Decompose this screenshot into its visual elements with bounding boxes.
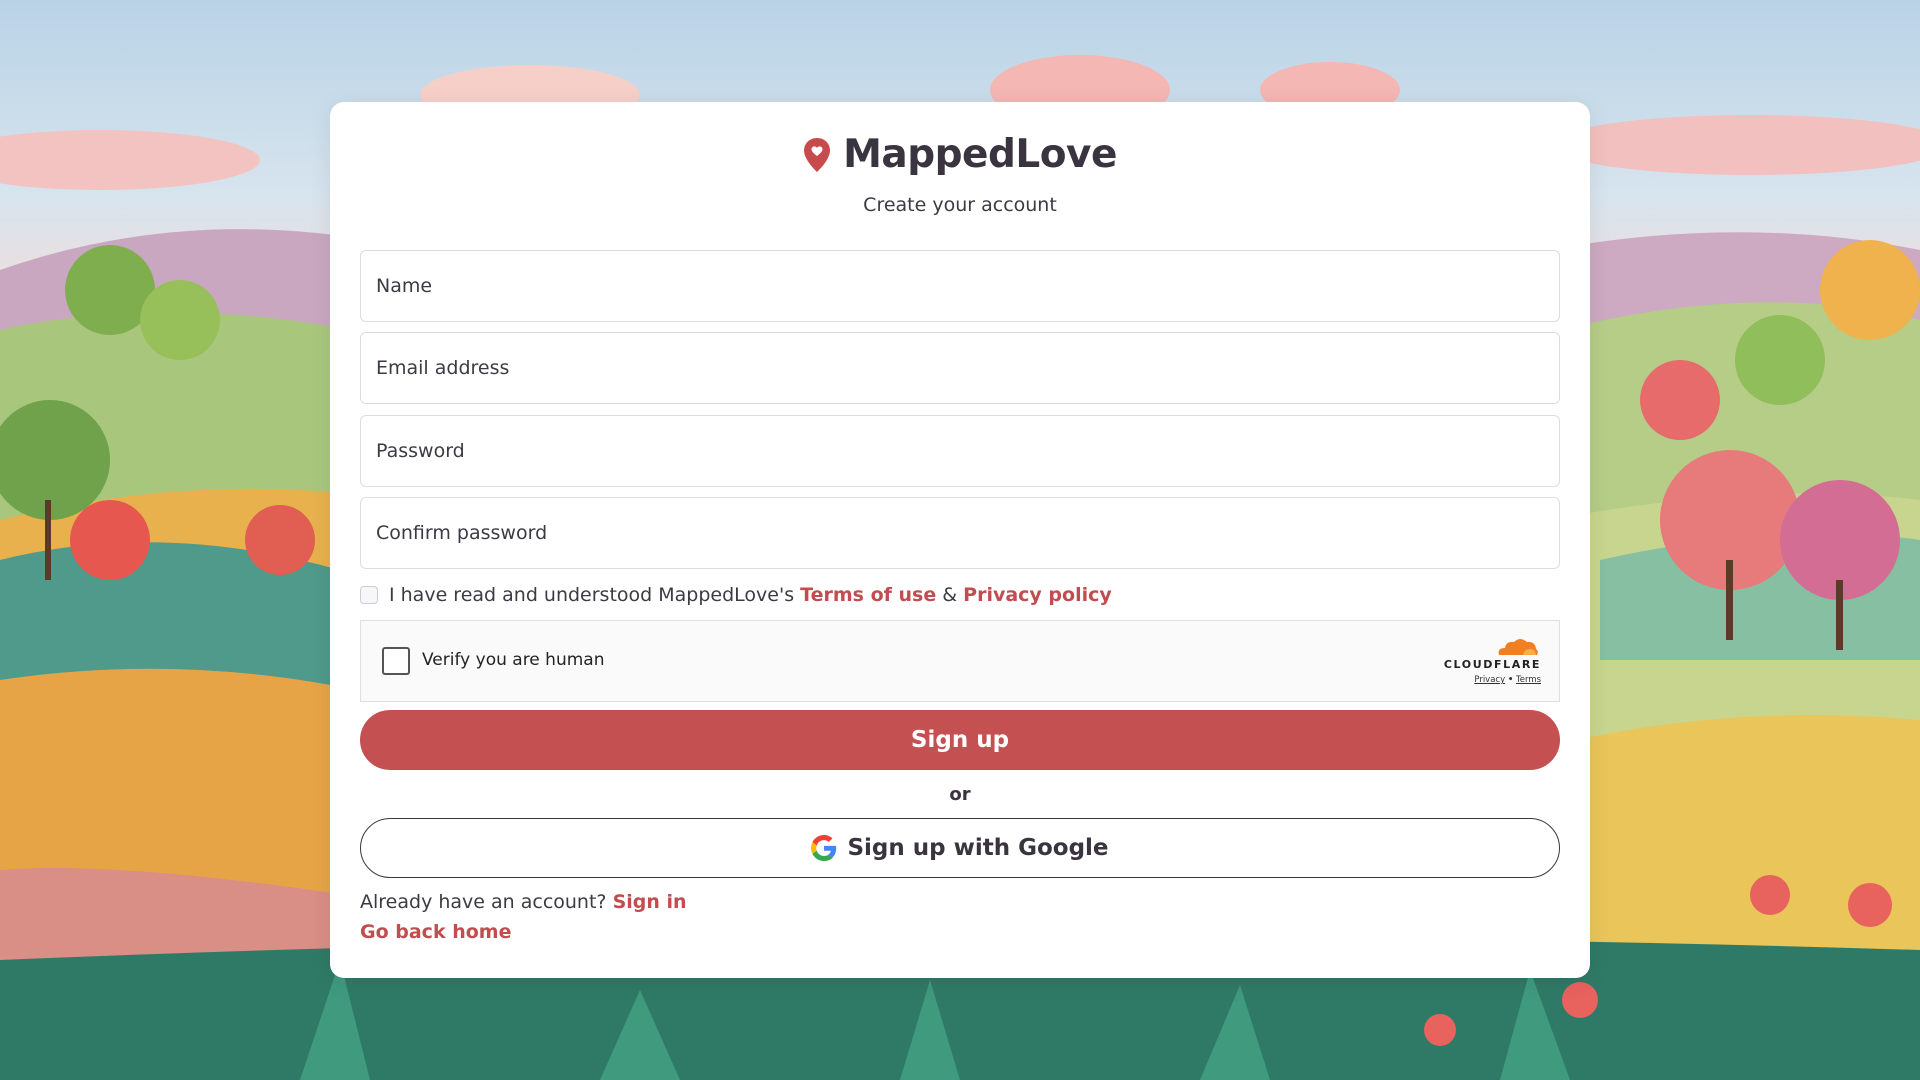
terms-text: I have read and understood MappedLove's: [389, 584, 795, 606]
cloudflare-logo: CLOUDFLARE Privacy • Terms: [1444, 635, 1541, 685]
signin-prompt: Already have an account? Sign in: [360, 891, 687, 913]
captcha-widget: Verify you are human CLOUDFLARE Privacy …: [360, 620, 1560, 702]
google-icon: [811, 835, 837, 861]
email-field[interactable]: [360, 332, 1560, 404]
cloud-icon: [1498, 639, 1538, 655]
captcha-separator: •: [1507, 675, 1514, 685]
signup-button[interactable]: Sign up: [360, 710, 1560, 770]
captcha-terms-link[interactable]: Terms: [1516, 675, 1541, 685]
google-signup-button[interactable]: Sign up with Google: [360, 818, 1560, 878]
google-signup-label: Sign up with Google: [847, 835, 1109, 861]
page-subtitle: Create your account: [863, 194, 1057, 216]
privacy-policy-link[interactable]: Privacy policy: [963, 584, 1112, 606]
signin-link[interactable]: Sign in: [613, 891, 687, 913]
captcha-provider: CLOUDFLARE: [1443, 658, 1541, 671]
terms-row: I have read and understood MappedLove's …: [360, 584, 1112, 606]
brand-header: MappedLove: [330, 132, 1590, 177]
captcha-privacy-link[interactable]: Privacy: [1474, 675, 1505, 685]
terms-checkbox[interactable]: [360, 586, 378, 604]
captcha-label: Verify you are human: [422, 650, 605, 670]
terms-of-use-link[interactable]: Terms of use: [800, 584, 936, 606]
name-field[interactable]: [360, 250, 1560, 322]
go-back-home-link[interactable]: Go back home: [360, 921, 511, 943]
signup-card: MappedLove Create your account I have re…: [330, 102, 1590, 978]
or-divider: or: [949, 784, 971, 805]
terms-amp: &: [942, 584, 958, 606]
map-pin-heart-icon: [804, 137, 831, 172]
captcha-checkbox[interactable]: [382, 647, 410, 675]
password-field[interactable]: [360, 415, 1560, 487]
confirm-password-field[interactable]: [360, 497, 1560, 569]
brand-name: MappedLove: [843, 132, 1117, 177]
have-account-text: Already have an account?: [360, 891, 607, 913]
